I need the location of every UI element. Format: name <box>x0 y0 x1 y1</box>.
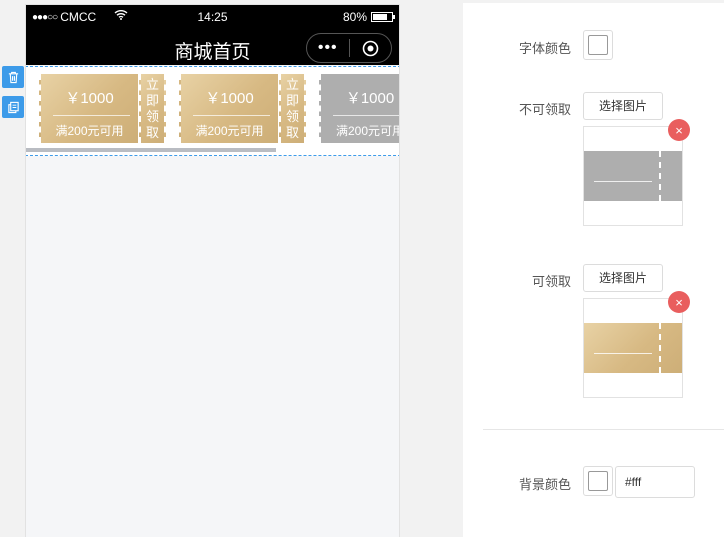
coupon-condition: 满200元可用 <box>55 124 124 138</box>
coupon-card[interactable]: ￥1000 满200元可用 立 即 领 取 <box>39 74 166 143</box>
coupon-amount: ￥1000 <box>345 90 395 107</box>
horizontal-scrollbar[interactable] <box>26 148 276 152</box>
coupon-main: ￥1000 满200元可用 <box>39 74 138 143</box>
claim-char: 取 <box>285 125 299 140</box>
coupon-claim-button[interactable]: 立 即 领 取 <box>279 74 306 143</box>
coupon-amount: ￥1000 <box>65 90 114 107</box>
claim-char: 立 <box>285 77 299 92</box>
coupon-component[interactable]: ￥1000 满200元可用 立 即 领 取 ￥1000 满200元可用 立 即 … <box>26 66 399 156</box>
battery: 80% <box>342 10 395 24</box>
trash-icon <box>8 71 18 83</box>
coupon-condition: 满200元可用 <box>335 124 399 138</box>
claim-char: 即 <box>285 93 299 108</box>
battery-percent: 80% <box>342 10 367 24</box>
bg-color-input[interactable]: #fff <box>615 466 695 498</box>
font-color-picker[interactable] <box>583 30 613 60</box>
coupon-condition: 满200元可用 <box>195 124 264 138</box>
battery-icon <box>371 12 395 22</box>
claim-char: 领 <box>145 109 159 124</box>
nav-bar: 商城首页 ••• <box>26 29 399 65</box>
copy-button[interactable] <box>2 96 24 118</box>
claim-char: 即 <box>145 93 159 108</box>
phone-preview: ●●●○○ CMCC 14:25 80% 商城首页 ••• ￥1000 满200… <box>25 4 400 537</box>
coupon-main: ￥1000 满200元可用 <box>179 74 278 143</box>
pick-available-image-button[interactable]: 选择图片 <box>583 264 663 292</box>
coupon-strip[interactable]: ￥1000 满200元可用 立 即 领 取 ￥1000 满200元可用 立 即 … <box>39 74 399 143</box>
menu-capsule[interactable]: ••• <box>306 33 392 63</box>
close-icon[interactable]: × <box>668 291 690 313</box>
coupon-card-unavailable[interactable]: ￥1000 满200元可用 <box>319 74 399 143</box>
claim-char: 立 <box>145 77 159 92</box>
status-bar: ●●●○○ CMCC 14:25 80% <box>26 5 399 29</box>
coupon-amount: ￥1000 <box>205 90 254 107</box>
divider <box>483 429 724 430</box>
coupon-main: ￥1000 满200元可用 <box>319 74 399 143</box>
unavailable-label: 不可领取 <box>518 102 571 117</box>
available-label: 可领取 <box>531 274 571 289</box>
claim-char: 领 <box>285 109 299 124</box>
available-image-preview <box>583 298 683 398</box>
more-icon[interactable]: ••• <box>307 34 349 62</box>
bg-color-label: 背景颜色 <box>518 477 571 492</box>
bg-color-picker[interactable] <box>583 466 613 496</box>
settings-panel: 字体颜色 不可领取 选择图片 × 可领取 选择图片 × 背景颜色 #fff <box>463 3 724 537</box>
coupon-claim-button[interactable]: 立 即 领 取 <box>139 74 166 143</box>
coupon-card[interactable]: ￥1000 满200元可用 立 即 领 取 <box>179 74 306 143</box>
unavailable-image-preview <box>583 126 683 226</box>
claim-char: 取 <box>145 125 159 140</box>
copy-icon <box>7 101 19 113</box>
pick-unavailable-image-button[interactable]: 选择图片 <box>583 92 663 120</box>
delete-button[interactable] <box>2 66 24 88</box>
close-mini-program-icon[interactable] <box>350 40 392 57</box>
font-color-label: 字体颜色 <box>518 41 571 56</box>
close-icon[interactable]: × <box>668 119 690 141</box>
